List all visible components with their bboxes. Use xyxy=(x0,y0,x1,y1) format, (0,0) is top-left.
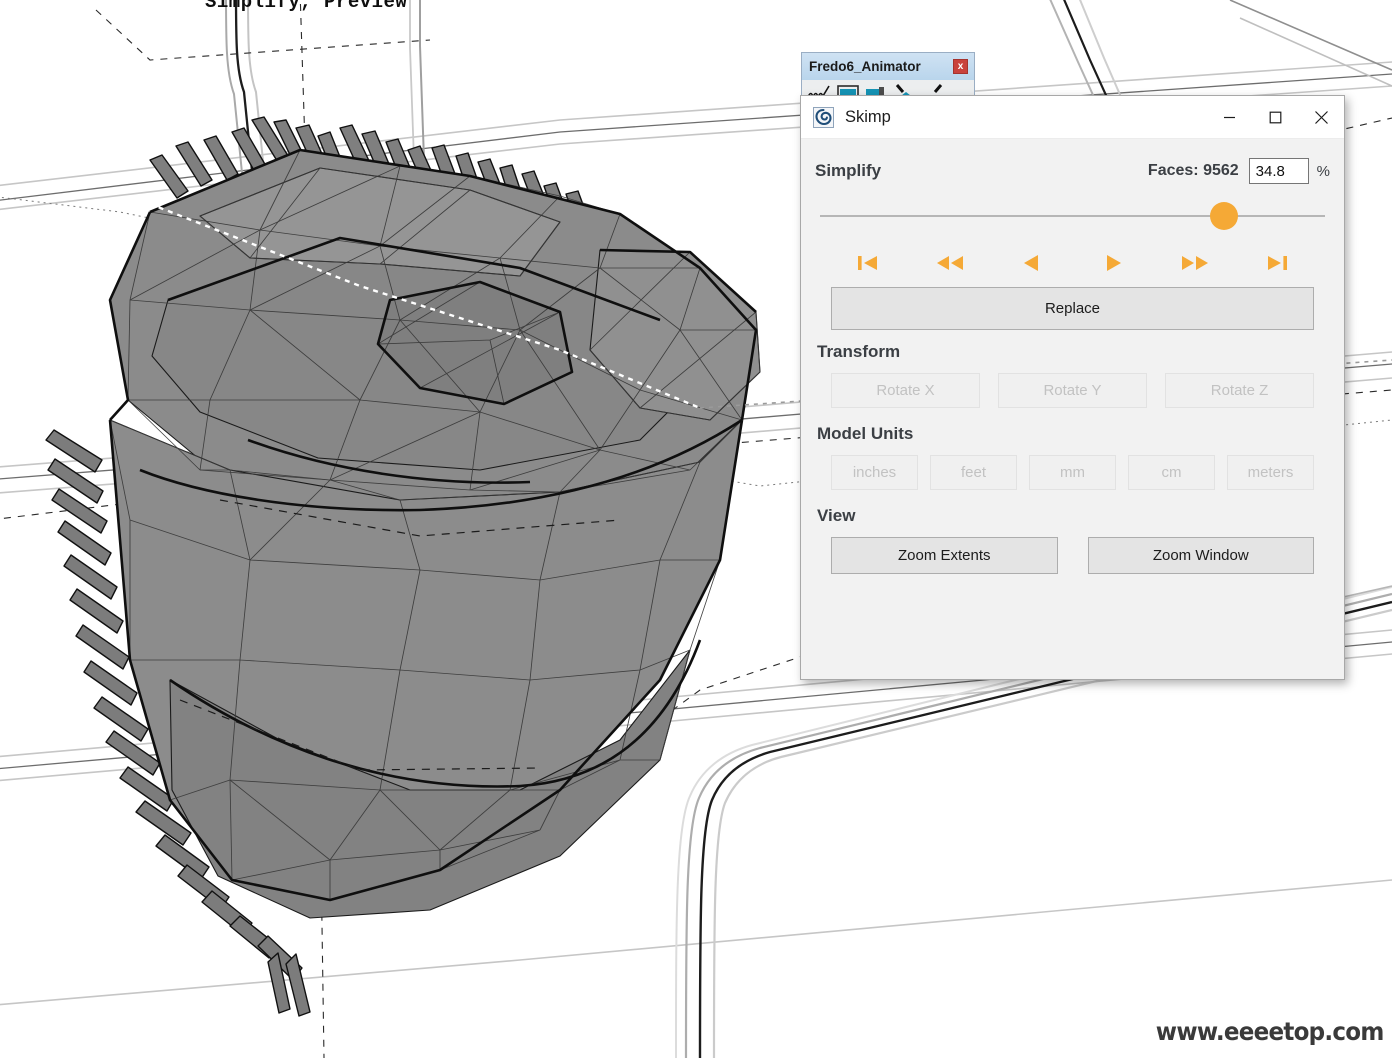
replace-button[interactable]: Replace xyxy=(831,287,1314,330)
rotate-z-button[interactable]: Rotate Z xyxy=(1165,373,1314,408)
view-heading: View xyxy=(817,506,856,525)
skip-forward-icon xyxy=(1268,256,1288,270)
units-mm-button[interactable]: mm xyxy=(1029,455,1116,490)
skimp-body: Simplify Faces: 9562 % xyxy=(801,139,1344,574)
transform-heading: Transform xyxy=(817,342,901,361)
simplify-heading: Simplify xyxy=(815,161,882,180)
fredo6-title: Fredo6_Animator xyxy=(809,59,921,74)
skimp-spiral-icon xyxy=(813,106,834,128)
units-inches-button[interactable]: inches xyxy=(831,455,918,490)
playback-controls xyxy=(815,239,1330,287)
step-forward-button[interactable] xyxy=(1072,243,1154,283)
slider-track[interactable] xyxy=(820,215,1325,217)
rotate-y-button[interactable]: Rotate Y xyxy=(998,373,1147,408)
units-meters-button[interactable]: meters xyxy=(1227,455,1314,490)
units-cm-button[interactable]: cm xyxy=(1128,455,1215,490)
model-units-button-row: inches feet mm cm meters xyxy=(815,455,1330,490)
viewport-caption: Simplify, Preview xyxy=(205,0,408,13)
minimize-icon xyxy=(1223,116,1235,118)
close-button[interactable] xyxy=(1298,96,1344,138)
rotate-x-button[interactable]: Rotate X xyxy=(831,373,980,408)
maximize-icon xyxy=(1269,111,1281,123)
play-back-icon xyxy=(1023,255,1038,271)
step-back-button[interactable] xyxy=(991,243,1073,283)
skip-to-end-button[interactable] xyxy=(1236,243,1318,283)
skip-to-start-button[interactable] xyxy=(827,243,909,283)
model-units-heading: Model Units xyxy=(817,424,914,443)
zoom-window-button[interactable]: Zoom Window xyxy=(1087,537,1314,574)
rewind-button[interactable] xyxy=(909,243,991,283)
skimp-titlebar[interactable]: Skimp xyxy=(801,96,1344,139)
slider-handle[interactable] xyxy=(1210,202,1238,230)
simplify-slider[interactable] xyxy=(820,199,1325,233)
view-button-row: Zoom Extents Zoom Window xyxy=(815,537,1330,574)
percent-sign-label: % xyxy=(1316,162,1330,180)
minimize-button[interactable] xyxy=(1206,96,1252,138)
zoom-extents-button[interactable]: Zoom Extents xyxy=(831,537,1058,574)
faces-count-label: Faces: 9562 xyxy=(1147,162,1239,179)
fredo6-titlebar[interactable]: Fredo6_Animator x xyxy=(802,53,974,80)
screen: Simplify, Preview www.eeeetop.com Fredo6… xyxy=(0,0,1392,1058)
skimp-title: Skimp xyxy=(845,107,891,126)
transform-button-row: Rotate X Rotate Y Rotate Z xyxy=(815,373,1330,408)
site-watermark: www.eeeetop.com xyxy=(1156,1017,1385,1046)
simplify-header-row: Simplify Faces: 9562 % xyxy=(815,155,1330,187)
maximize-button[interactable] xyxy=(1252,96,1298,138)
skimp-dialog[interactable]: Skimp Simplify Faces: 9562 34.8 % Replac… xyxy=(800,95,1345,680)
fast-forward-button[interactable] xyxy=(1154,243,1236,283)
close-icon xyxy=(1314,110,1328,124)
simplify-percent-input[interactable] xyxy=(1248,158,1309,184)
replace-row: Replace xyxy=(815,287,1330,330)
model-mesh xyxy=(109,149,761,919)
fredo6-close-button[interactable]: x xyxy=(953,59,968,74)
skip-back-icon xyxy=(857,256,877,270)
units-feet-button[interactable]: feet xyxy=(930,455,1017,490)
fast-forward-icon xyxy=(1182,256,1209,270)
rewind-icon xyxy=(936,256,963,270)
play-forward-icon xyxy=(1107,255,1122,271)
